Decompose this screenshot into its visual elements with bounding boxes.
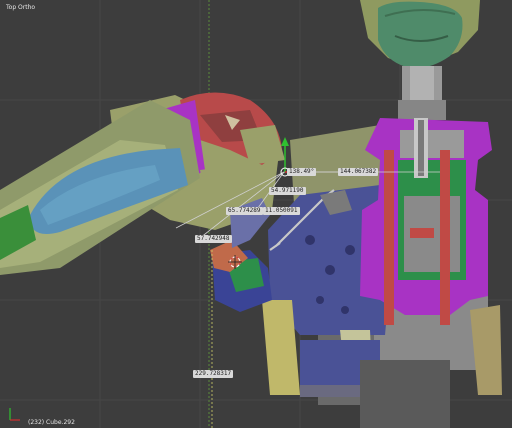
measurement-length-6: 229.728317 <box>193 370 234 378</box>
robot-neck <box>398 66 446 126</box>
measurement-length-3: 65.774289 <box>226 207 263 215</box>
measurement-length-2: 54.971190 <box>269 187 306 195</box>
measurement-length-1: 144.067382 <box>338 168 379 176</box>
chest-magenta-frame <box>360 118 492 325</box>
view-label: Top Ortho <box>6 4 36 11</box>
measurement-length-4: 11.050091 <box>263 207 300 215</box>
object-label: (232) Cube.292 <box>28 419 75 426</box>
shoulder-joint <box>210 240 272 312</box>
axis-gizmo-icon <box>9 408 20 421</box>
measurement-angle: 138.49° <box>287 168 317 176</box>
measurement-length-5: 57.742948 <box>195 235 232 243</box>
robot-head <box>360 0 480 69</box>
3d-viewport[interactable]: Top Ortho (232) Cube.292 138.49° 144.067… <box>0 0 512 428</box>
